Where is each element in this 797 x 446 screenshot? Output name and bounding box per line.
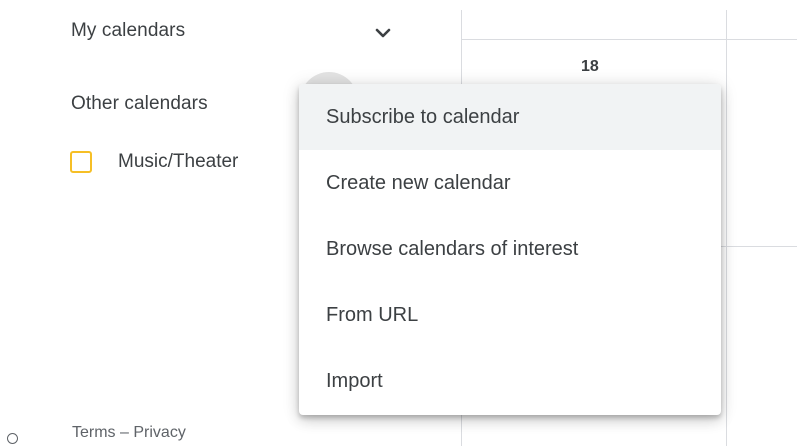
day-number[interactable]: 18 (581, 58, 599, 76)
my-calendars-title[interactable]: My calendars (71, 20, 185, 42)
chevron-down-icon[interactable] (368, 20, 398, 46)
menu-item-browse[interactable]: Browse calendars of interest (299, 216, 721, 282)
menu-item-create-new[interactable]: Create new calendar (299, 150, 721, 216)
calendar-app: 18 My calendars Other calendars Music/Th… (0, 0, 797, 446)
terms-link[interactable]: Terms (72, 424, 116, 441)
grid-line (461, 39, 797, 40)
calendar-item-music-theater[interactable]: Music/Theater (70, 146, 238, 178)
calendar-item-label: Music/Theater (118, 151, 239, 172)
menu-item-import[interactable]: Import (299, 348, 721, 414)
add-calendar-menu: Subscribe to calendar Create new calenda… (299, 84, 721, 415)
footer-separator: – (115, 424, 134, 441)
grid-line (721, 246, 797, 247)
privacy-link[interactable]: Privacy (133, 424, 185, 441)
circle-icon (7, 433, 18, 444)
menu-item-from-url[interactable]: From URL (299, 282, 721, 348)
grid-line (726, 10, 727, 446)
calendar-checkbox[interactable] (70, 151, 92, 173)
other-calendars-title: Other calendars (71, 93, 208, 114)
menu-item-subscribe[interactable]: Subscribe to calendar (299, 84, 721, 150)
footer-links: Terms – Privacy (72, 424, 186, 442)
